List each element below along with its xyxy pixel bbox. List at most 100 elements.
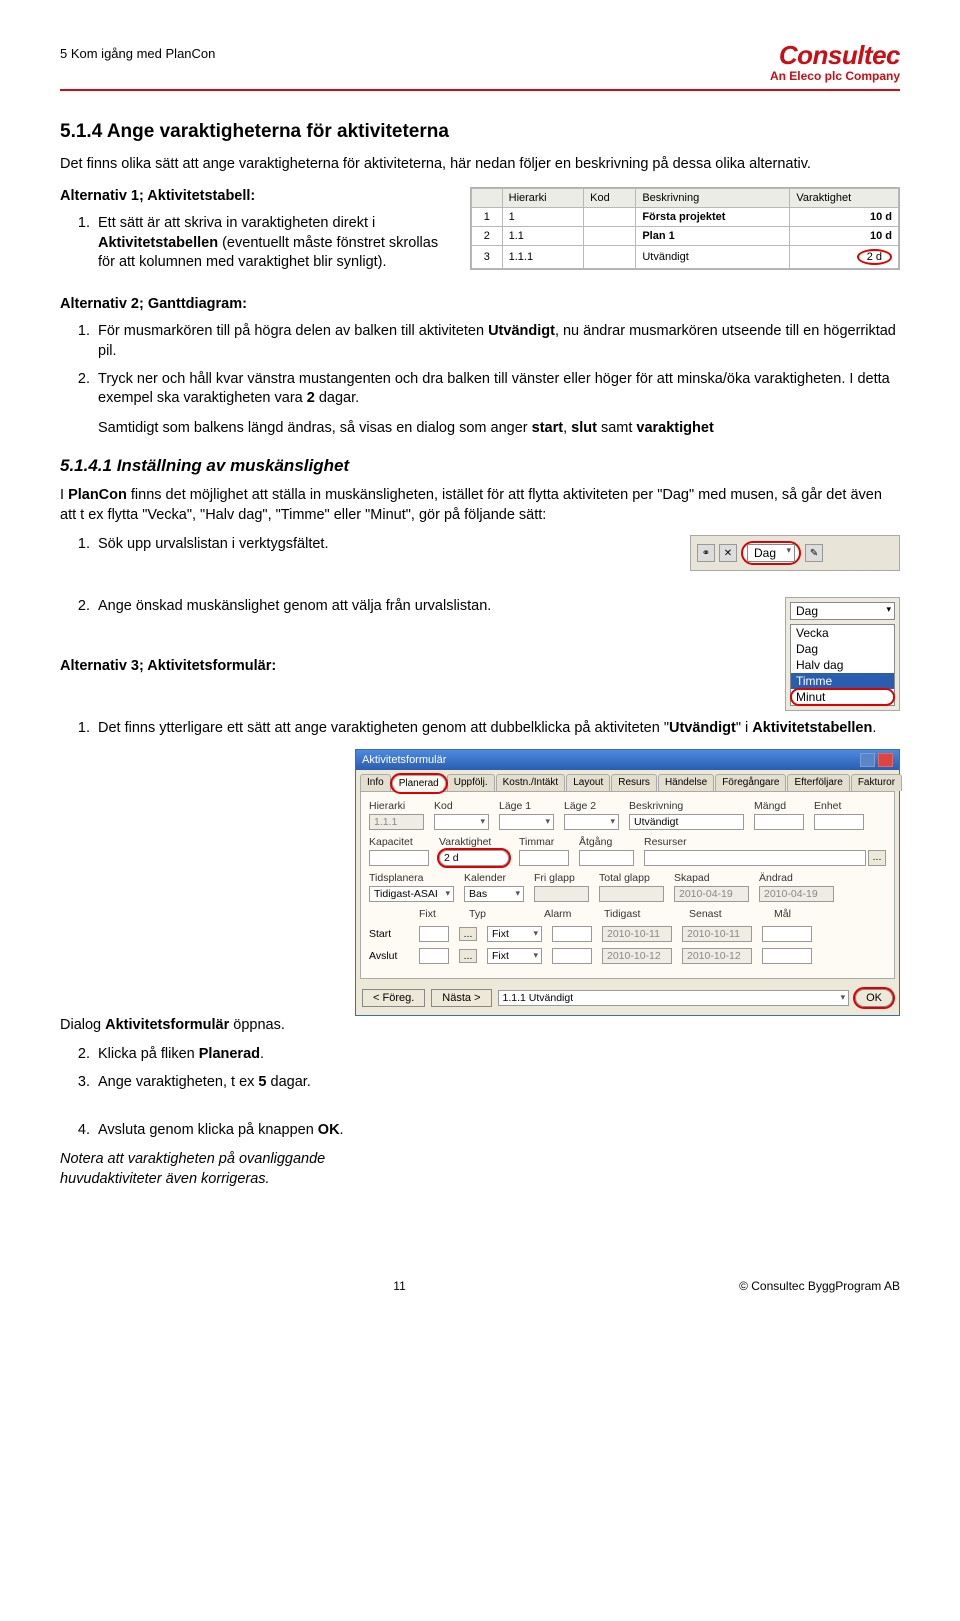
- inp-enhet[interactable]: [814, 814, 864, 830]
- tab-layout[interactable]: Layout: [566, 774, 610, 791]
- page-header: 5 Kom igång med PlanCon Consultec An Ele…: [60, 40, 900, 91]
- lbl-typ: Typ: [469, 908, 534, 920]
- tab-planerad-highlighted[interactable]: Planerad: [392, 775, 446, 792]
- varaktighet-cell-highlighted: 2 d: [790, 245, 899, 268]
- inp-tidsplanera[interactable]: Tidigast-ASAI: [369, 886, 454, 902]
- tab-handelse[interactable]: Händelse: [658, 774, 714, 791]
- logo: Consultec An Eleco plc Company: [770, 40, 900, 83]
- lbl-friglapp: Fri glapp: [534, 872, 589, 884]
- browse-button[interactable]: ...: [868, 850, 886, 866]
- lbl-tidsplanera: Tidsplanera: [369, 872, 454, 884]
- link-icon: ⚭: [697, 544, 715, 562]
- screenshot-activity-table: Hierarki Kod Beskrivning Varaktighet 1 1…: [470, 187, 900, 270]
- browse-button[interactable]: ...: [459, 927, 477, 941]
- lbl-lage2: Läge 2: [564, 800, 619, 812]
- tab-resurs[interactable]: Resurs: [611, 774, 657, 791]
- alt2-item1: För musmarkören till på högra delen av b…: [94, 322, 900, 361]
- inp-atgang[interactable]: [579, 850, 634, 866]
- inp-avslut-mal[interactable]: [762, 948, 812, 964]
- logo-sub: An Eleco plc Company: [770, 69, 900, 83]
- table-row: 1 1 Första projektet 10 d: [472, 207, 899, 226]
- lbl-andrad: Ändrad: [759, 872, 834, 884]
- row-avslut-label: Avslut: [369, 950, 409, 962]
- subsection-heading: 5.1.4.1 Inställning av muskänslighet: [60, 456, 900, 476]
- inp-lage1[interactable]: [499, 814, 554, 830]
- inp-varaktighet-highlighted[interactable]: 2 d: [439, 850, 509, 866]
- page-number: 11: [393, 1279, 405, 1293]
- tab-info[interactable]: Info: [360, 774, 391, 791]
- alt2-para: Samtidigt som balkens längd ändras, så v…: [98, 419, 900, 439]
- dialog-step3: Ange varaktigheten, t ex 5 dagar.: [94, 1073, 370, 1093]
- lbl-kapacitet: Kapacitet: [369, 836, 429, 848]
- dd-list: Vecka Dag Halv dag Timme Minut: [790, 624, 895, 706]
- prev-button[interactable]: < Föreg.: [362, 989, 425, 1007]
- lbl-mangd: Mängd: [754, 800, 804, 812]
- inp-kalender[interactable]: Bas: [464, 886, 524, 902]
- dd-opt[interactable]: Halv dag: [791, 657, 894, 673]
- lbl-varaktighet: Varaktighet: [439, 836, 509, 848]
- lbl-skapad: Skapad: [674, 872, 749, 884]
- tab-fakturor[interactable]: Fakturor: [851, 774, 902, 791]
- dd-selected[interactable]: Dag: [790, 602, 895, 620]
- help-icon[interactable]: [860, 753, 875, 767]
- inp-avslut-fixt[interactable]: [419, 948, 449, 964]
- page-footer: 11 © Consultec ByggProgram AB: [60, 1279, 900, 1293]
- inp-beskrivning[interactable]: Utvändigt: [629, 814, 744, 830]
- inp-start-fixt[interactable]: [419, 926, 449, 942]
- inp-start-tidigast: 2010-10-11: [602, 926, 672, 942]
- inp-avslut-alarm[interactable]: [552, 948, 592, 964]
- dialog-step2: Klicka på fliken Planerad.: [94, 1045, 370, 1065]
- inp-kod[interactable]: [434, 814, 489, 830]
- note: Notera att varaktigheten på ovanliggande…: [60, 1150, 370, 1189]
- lbl-alarm: Alarm: [544, 908, 594, 920]
- inp-lage2[interactable]: [564, 814, 619, 830]
- screenshot-toolbar: ⚭ ✕ Dag ✎: [690, 535, 900, 571]
- close-icon[interactable]: [878, 753, 893, 767]
- dd-opt[interactable]: Dag: [791, 641, 894, 657]
- tool-icon: ✎: [805, 544, 823, 562]
- dialog-tabs: Info Planerad Uppfölj. Kostn./Intäkt Lay…: [356, 770, 899, 791]
- p2: I PlanCon finns det möjlighet att ställa…: [60, 486, 900, 525]
- inp-avslut-typ[interactable]: Fixt: [487, 948, 542, 964]
- logo-main: Consultec: [770, 40, 900, 71]
- dialog-title: Aktivitetsformulär: [362, 754, 446, 766]
- inp-timmar[interactable]: [519, 850, 569, 866]
- tab-efterfoljare[interactable]: Efterföljare: [787, 774, 849, 791]
- inp-mangd[interactable]: [754, 814, 804, 830]
- inp-start-typ[interactable]: Fixt: [487, 926, 542, 942]
- lbl-tidigast: Tidigast: [604, 908, 679, 920]
- dd-opt-highlighted[interactable]: Timme: [791, 673, 894, 689]
- dialog-titlebar: Aktivitetsformulär: [356, 750, 899, 770]
- lbl-lage1: Läge 1: [499, 800, 554, 812]
- nav-select[interactable]: 1.1.1 Utvändigt: [498, 990, 850, 1006]
- dd-opt[interactable]: Vecka: [791, 625, 894, 641]
- ok-button-highlighted[interactable]: OK: [855, 989, 893, 1007]
- sensitivity-select-highlighted[interactable]: Dag: [741, 541, 801, 565]
- inp-start-mal[interactable]: [762, 926, 812, 942]
- lbl-timmar: Timmar: [519, 836, 569, 848]
- inp-resurser[interactable]: [644, 850, 866, 866]
- next-button[interactable]: Nästa >: [431, 989, 491, 1007]
- inp-kapacitet[interactable]: [369, 850, 429, 866]
- tab-uppfolj[interactable]: Uppfölj.: [447, 774, 495, 791]
- lbl-senast: Senast: [689, 908, 764, 920]
- lbl-kod: Kod: [434, 800, 489, 812]
- tab-foregangare[interactable]: Föregångare: [715, 774, 786, 791]
- alt3-item1: Det finns ytterligare ett sätt att ange …: [94, 719, 900, 739]
- col-beskrivning: Beskrivning: [636, 188, 790, 207]
- lbl-hierarki: Hierarki: [369, 800, 424, 812]
- step2: Ange önskad muskänslighet genom att välj…: [94, 597, 900, 617]
- dd-opt-circled[interactable]: Minut: [791, 689, 894, 705]
- lbl-mal: Mål: [774, 908, 829, 920]
- table-row: 3 1.1.1 Utvändigt 2 d: [472, 245, 899, 268]
- header-left: 5 Kom igång med PlanCon: [60, 40, 215, 61]
- inp-skapad: 2010-04-19: [674, 886, 749, 902]
- col-hierarki: Hierarki: [502, 188, 584, 207]
- inp-friglapp: [534, 886, 589, 902]
- alt2-heading: Alternativ 2; Ganttdiagram:: [60, 295, 900, 315]
- tab-kostn[interactable]: Kostn./Intäkt: [496, 774, 566, 791]
- lbl-kalender: Kalender: [464, 872, 524, 884]
- table-row: 2 1.1 Plan 1 10 d: [472, 226, 899, 245]
- inp-start-alarm[interactable]: [552, 926, 592, 942]
- browse-button[interactable]: ...: [459, 949, 477, 963]
